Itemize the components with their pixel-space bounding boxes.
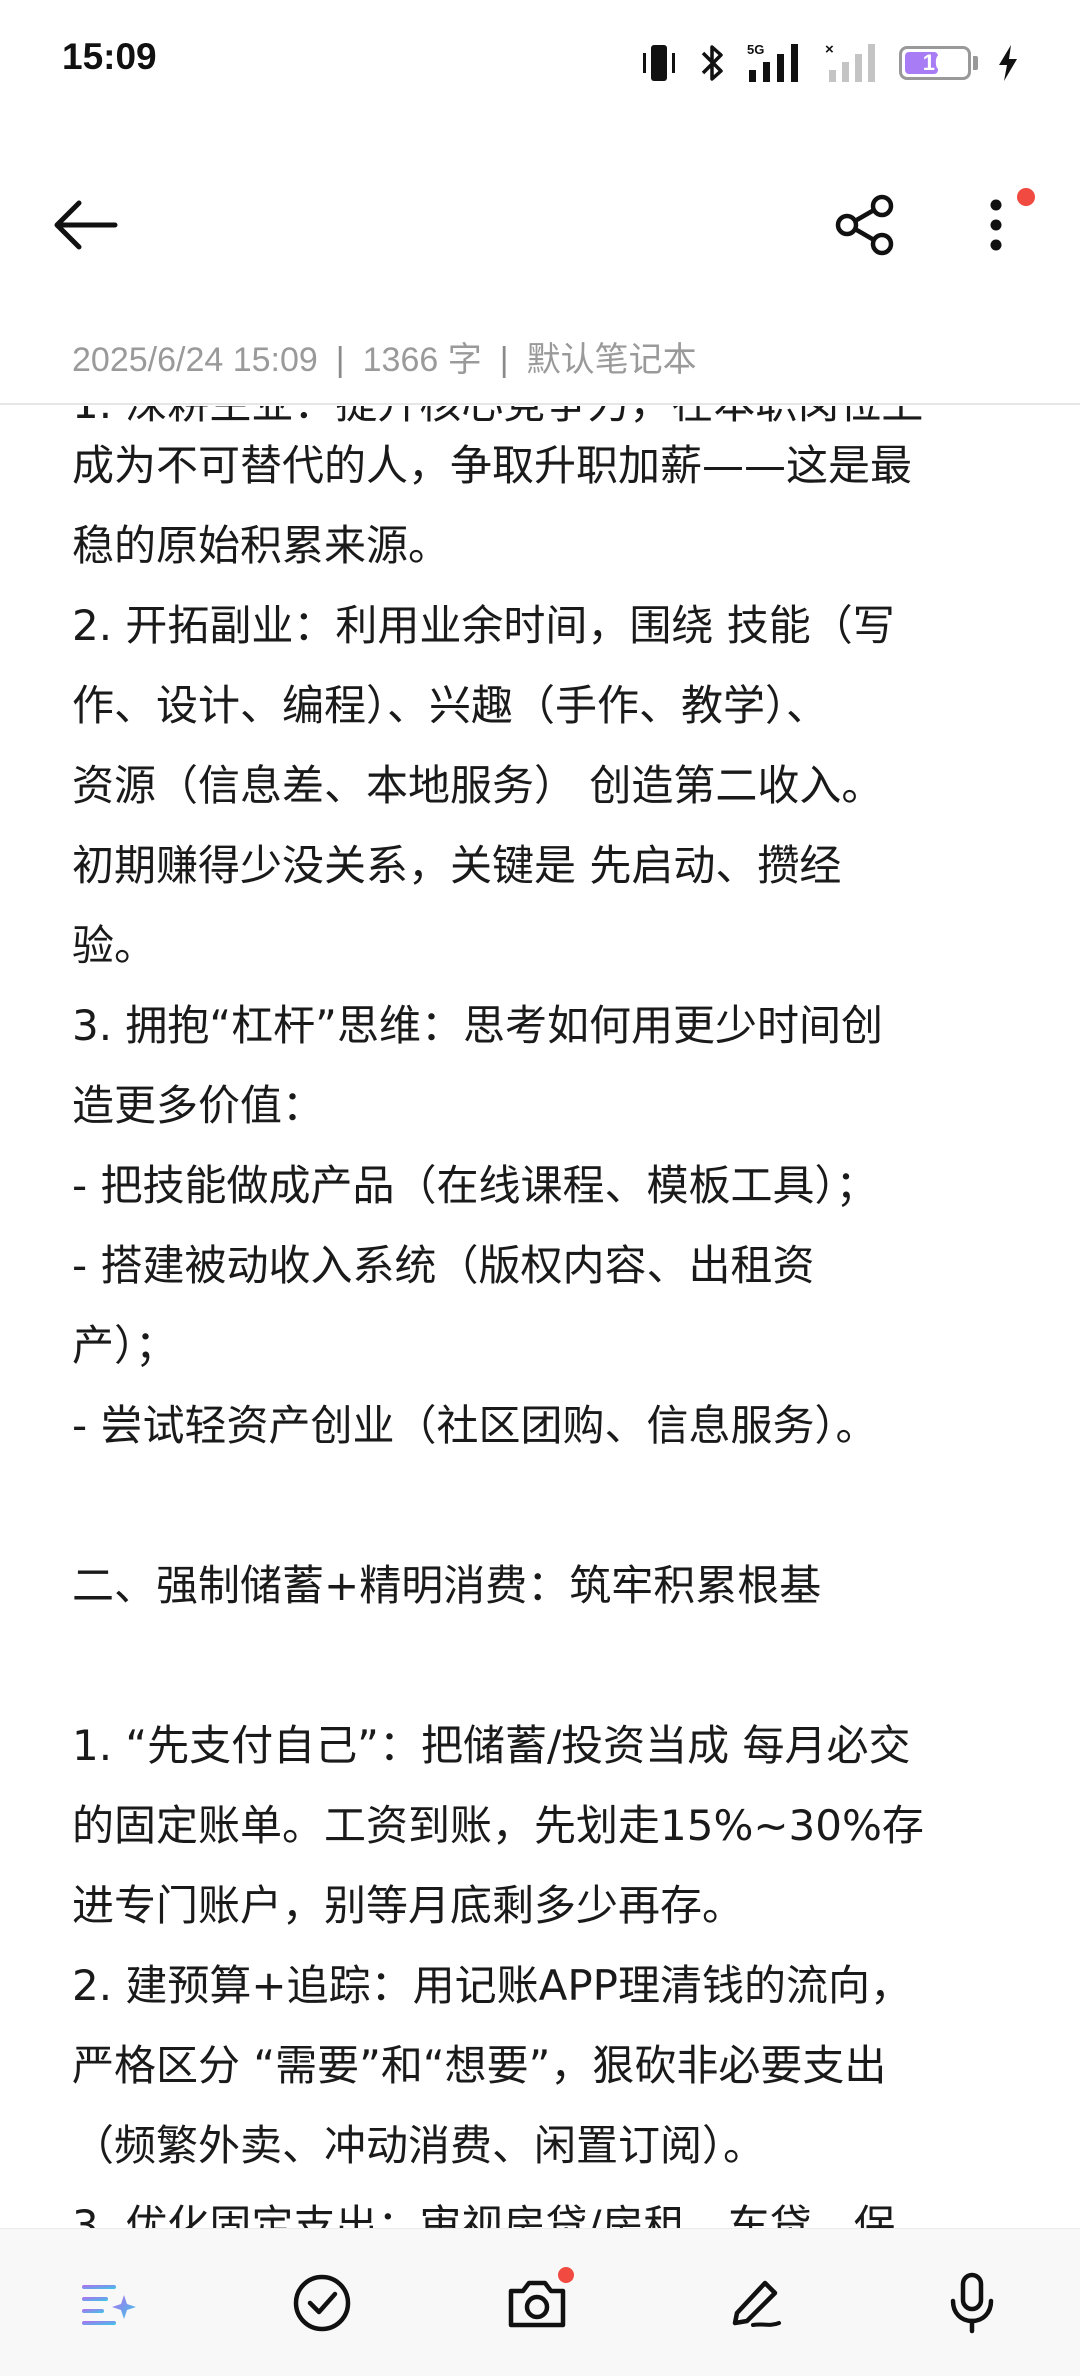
note-line: （频繁外卖、冲动消费、闲置订阅）。 [72, 2121, 766, 2170]
note-line: 初期赚得少没关系，关键是 先启动、攒经 [72, 841, 842, 890]
note-line: 严格区分 “需要”和“想要”，狠砍非必要支出 [72, 2041, 887, 2090]
checklist-button[interactable] [282, 2263, 362, 2343]
note-date: 2025/6/24 15:09 [72, 341, 318, 379]
back-arrow-icon [54, 200, 118, 250]
signal-5g-icon: 5G [745, 40, 807, 86]
note-line: 造更多价值： [72, 1081, 325, 1130]
note-line: 2. 建预算+追踪：用记账APP理清钱的流向， [72, 1961, 913, 2010]
note-line: 作、设计、编程）、兴趣（手作、教学）、 [72, 681, 829, 730]
note-line: 3. 拥抱“杠杆”思维：思考如何用更少时间创 [72, 1001, 883, 1050]
note-line-blank [72, 1626, 1012, 1706]
note-content[interactable]: 1. 深耕主业：提升核心竞争力，在本职岗位上 成为不可替代的人，争取升职加薪——… [72, 406, 1012, 2228]
status-time: 15:09 [62, 36, 157, 77]
note-line: - 尝试轻资产创业（社区团购、信息服务）。 [72, 1401, 878, 1450]
note-line: - 搭建被动收入系统（版权内容、出租资 [72, 1241, 815, 1290]
note-line-blank [72, 1466, 1012, 1546]
battery-level: 10 [922, 50, 948, 75]
checklist-icon [293, 2274, 351, 2332]
share-icon [835, 194, 894, 256]
meta-separator: | [335, 341, 345, 379]
bottom-toolbar [0, 2228, 1080, 2376]
note-meta: 2025/6/24 15:09 | 1366 字 | 默认笔记本 [72, 332, 697, 381]
note-line: 1. “先支付自己”：把储蓄/投资当成 每月必交 [72, 1721, 911, 1770]
microphone-icon [950, 2272, 994, 2334]
back-button[interactable] [40, 190, 130, 260]
ai-format-button[interactable] [68, 2263, 148, 2343]
note-line: 2. 开拓副业：利用业余时间，围绕 技能（写 [72, 601, 895, 650]
note-line: 3. 优化固定支出：审视房贷/房租、车贷，保 [72, 2201, 896, 2228]
header-divider [0, 403, 1080, 405]
battery-cap [973, 56, 978, 70]
note-line-partial: 1. 深耕主业：提升核心竞争力，在本职岗位上 [72, 406, 923, 444]
bluetooth-icon [697, 41, 727, 85]
handwriting-pen-icon [732, 2280, 781, 2327]
status-bar: 15:09 5G × 10 [0, 0, 1080, 120]
notification-dot [1017, 188, 1035, 206]
status-icons: 5G × 10 [639, 38, 1020, 88]
note-line: 资源（信息差、本地服务） 创造第二收入。 [72, 761, 884, 810]
meta-separator: | [499, 341, 509, 379]
signal-no-sim-icon: × [825, 40, 881, 86]
svg-text:5G: 5G [747, 42, 764, 57]
note-line: 进专门账户，别等月底剩多少再存。 [72, 1881, 745, 1930]
more-vertical-icon [990, 199, 1002, 251]
notebook-name[interactable]: 默认笔记本 [527, 341, 697, 379]
top-app-bar [0, 160, 1080, 290]
share-button[interactable] [826, 185, 906, 265]
vibrate-icon [639, 41, 679, 85]
note-line: 的固定账单。工资到账，先划走15%~30%存 [72, 1801, 924, 1850]
charging-icon [996, 43, 1020, 83]
ai-format-icon [82, 2285, 136, 2325]
handwriting-button[interactable] [715, 2263, 795, 2343]
note-line: 产）； [72, 1321, 178, 1370]
svg-text:×: × [825, 41, 834, 58]
word-count: 1366 字 [362, 341, 482, 379]
battery-icon: 10 [899, 46, 971, 80]
note-line: - 把技能做成产品（在线课程、模板工具）； [72, 1161, 878, 1210]
note-line: 验。 [72, 921, 157, 970]
note-heading: 二、强制储蓄+精明消费：筑牢积累根基 [72, 1561, 822, 1610]
note-line: 稳的原始积累来源。 [72, 521, 451, 570]
camera-badge-dot [558, 2267, 574, 2283]
voice-input-button[interactable] [932, 2263, 1012, 2343]
